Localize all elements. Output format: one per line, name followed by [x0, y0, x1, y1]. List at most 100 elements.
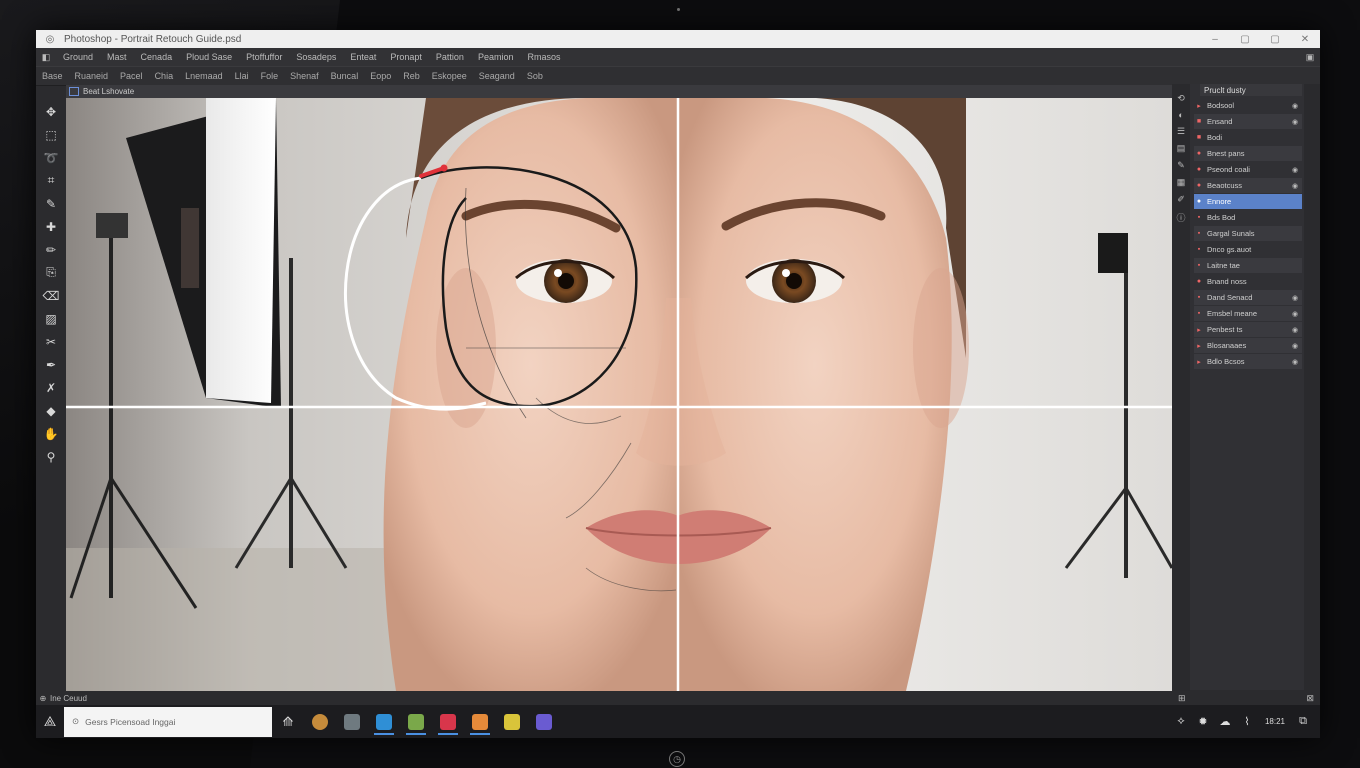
dodge-tool-icon[interactable]: ✂ [40, 332, 62, 352]
document-tab[interactable]: Beat Lshovate [66, 85, 1172, 98]
shape-tool-icon[interactable]: ◆ [40, 401, 62, 421]
visibility-eye-icon[interactable]: ◉ [1292, 358, 1302, 366]
image-canvas[interactable] [66, 98, 1172, 691]
taskbar-search[interactable]: ⊙ Gesrs Picensoad Inggai [64, 706, 272, 737]
taskbar-app-files-icon[interactable] [339, 709, 365, 735]
option-item[interactable]: Fole [255, 71, 285, 81]
layer-row[interactable]: ● Pseond coali ◉ [1194, 162, 1302, 177]
layers-panel-header[interactable]: Pruclt dusty [1200, 84, 1302, 96]
layer-row[interactable]: ▪ Bds Bod [1194, 210, 1302, 225]
visibility-eye-icon[interactable]: ◉ [1292, 182, 1302, 190]
menu-item[interactable]: Rmasos [520, 52, 567, 62]
option-item[interactable]: Lnemaad [179, 71, 229, 81]
cloud-icon[interactable]: ☁ [1214, 715, 1236, 728]
menu-item[interactable]: Mast [100, 52, 134, 62]
taskbar-app-media-icon[interactable] [403, 709, 429, 735]
visibility-eye-icon[interactable]: ◉ [1292, 166, 1302, 174]
pen-tool-icon[interactable]: ✒ [40, 355, 62, 375]
layer-group[interactable]: ▸ Bodsool ◉ [1194, 98, 1302, 113]
paths-icon[interactable]: ✎ [1177, 160, 1185, 171]
text-tool-icon[interactable]: ✗ [40, 378, 62, 398]
option-item[interactable]: Base [36, 71, 69, 81]
menu-item[interactable]: Cenada [134, 52, 180, 62]
layer-row[interactable]: ▪ Dand Senacd ◉ [1194, 290, 1302, 305]
option-item[interactable]: Seagand [473, 71, 521, 81]
menu-item[interactable]: Pattion [429, 52, 471, 62]
layer-row-selected[interactable]: ● Ennore [1194, 194, 1302, 209]
taskbar-clock[interactable]: 18:21 [1258, 717, 1292, 726]
close-button[interactable]: ✕ [1290, 34, 1320, 45]
visibility-eye-icon[interactable]: ◉ [1292, 118, 1302, 126]
menu-item[interactable]: Ground [56, 52, 100, 62]
maximize-button[interactable]: ▢ [1230, 34, 1260, 45]
move-tool-icon[interactable]: ✥ [40, 102, 62, 122]
menu-item[interactable]: Pronapt [383, 52, 429, 62]
layer-row[interactable]: ▸ Bdlo Bcsos ◉ [1194, 354, 1302, 369]
option-item[interactable]: Buncal [325, 71, 365, 81]
option-item[interactable]: Llai [229, 71, 255, 81]
properties-icon[interactable]: ☰ [1177, 126, 1185, 137]
restore-button[interactable]: ▢ [1260, 34, 1290, 45]
option-item[interactable]: Eskopee [426, 71, 473, 81]
layer-row[interactable]: ▪ Laitne tae [1194, 258, 1302, 273]
gradient-tool-icon[interactable]: ▨ [40, 309, 62, 329]
taskbar-app-notes-icon[interactable] [499, 709, 525, 735]
layer-row[interactable]: ● Bnest pans [1194, 146, 1302, 161]
layer-row[interactable]: ▪ Emsbel meane ◉ [1194, 306, 1302, 321]
history-icon[interactable]: ⟲ [1177, 93, 1185, 104]
navigator-icon[interactable]: ⊕ [36, 694, 50, 703]
marquee-tool-icon[interactable]: ⬚ [40, 125, 62, 145]
layer-row[interactable]: ■ Bodi [1194, 130, 1302, 145]
layer-row[interactable]: ▸ Penbest ts ◉ [1194, 322, 1302, 337]
menu-item[interactable]: Ptoffuffor [239, 52, 289, 62]
taskbar-app-gallery-icon[interactable] [435, 709, 461, 735]
crop-tool-icon[interactable]: ⌗ [40, 171, 62, 191]
workspace-icon[interactable]: ▣ [1300, 52, 1320, 63]
layer-row[interactable]: ● Bnand noss [1194, 274, 1302, 289]
panel-scrollbar[interactable] [1304, 84, 1320, 690]
option-item[interactable]: Pacel [114, 71, 149, 81]
option-item[interactable]: Sob [521, 71, 549, 81]
settings-gear-icon[interactable]: ✹ [1192, 715, 1214, 728]
eraser-tool-icon[interactable]: ⌫ [40, 286, 62, 306]
option-item[interactable]: Ruaneid [69, 71, 115, 81]
menu-item[interactable]: Sosadeps [289, 52, 343, 62]
taskbar-app-settings-icon[interactable] [531, 709, 557, 735]
start-button-icon[interactable]: ⟁ [36, 713, 64, 730]
notification-icon[interactable]: ⧉ [1292, 715, 1314, 728]
adjustments-icon[interactable]: ◐ [1178, 110, 1183, 120]
layer-row[interactable]: ■ Ensand ◉ [1194, 114, 1302, 129]
info-icon[interactable]: ⓘ [1176, 211, 1185, 224]
layer-row[interactable]: ▪ Gargal Sunals [1194, 226, 1302, 241]
taskbar-app-photoshop-icon[interactable] [371, 709, 397, 735]
menu-item[interactable]: Peamion [471, 52, 521, 62]
new-layer-icon[interactable]: ⊞ [1178, 693, 1186, 704]
lasso-tool-icon[interactable]: ➰ [40, 148, 62, 168]
option-item[interactable]: Eopo [364, 71, 397, 81]
visibility-eye-icon[interactable]: ◉ [1292, 294, 1302, 302]
visibility-eye-icon[interactable]: ◉ [1292, 310, 1302, 318]
network-icon[interactable]: ⟡ [1170, 715, 1192, 728]
layer-row[interactable]: ▸ Blosanaaes ◉ [1194, 338, 1302, 353]
visibility-eye-icon[interactable]: ◉ [1292, 326, 1302, 334]
visibility-eye-icon[interactable]: ◉ [1292, 102, 1302, 110]
swatches-icon[interactable]: ▦ [1177, 177, 1186, 188]
brush-tool-icon[interactable]: ✏ [40, 240, 62, 260]
guide-anchor-point[interactable] [440, 164, 448, 172]
wifi-icon[interactable]: ⌇ [1236, 715, 1258, 728]
option-item[interactable]: Reb [397, 71, 426, 81]
task-view-icon[interactable]: ⟰ [275, 709, 301, 735]
layer-row[interactable]: ▪ Dnco gs.auot [1194, 242, 1302, 257]
menu-item[interactable]: Ploud Sase [179, 52, 239, 62]
layer-row[interactable]: ● Beaotcuss ◉ [1194, 178, 1302, 193]
taskbar-app-photos-icon[interactable] [467, 709, 493, 735]
option-item[interactable]: Chia [149, 71, 180, 81]
channels-icon[interactable]: ▤ [1177, 143, 1186, 154]
hand-tool-icon[interactable]: ✋ [40, 424, 62, 444]
eyedropper-tool-icon[interactable]: ✎ [40, 194, 62, 214]
visibility-eye-icon[interactable]: ◉ [1292, 342, 1302, 350]
menu-item[interactable]: Enteat [343, 52, 383, 62]
brushes-icon[interactable]: ✐ [1177, 194, 1185, 205]
device-home-button-icon[interactable]: ◷ [669, 751, 685, 767]
delete-layer-icon[interactable]: ⊠ [1306, 693, 1314, 704]
